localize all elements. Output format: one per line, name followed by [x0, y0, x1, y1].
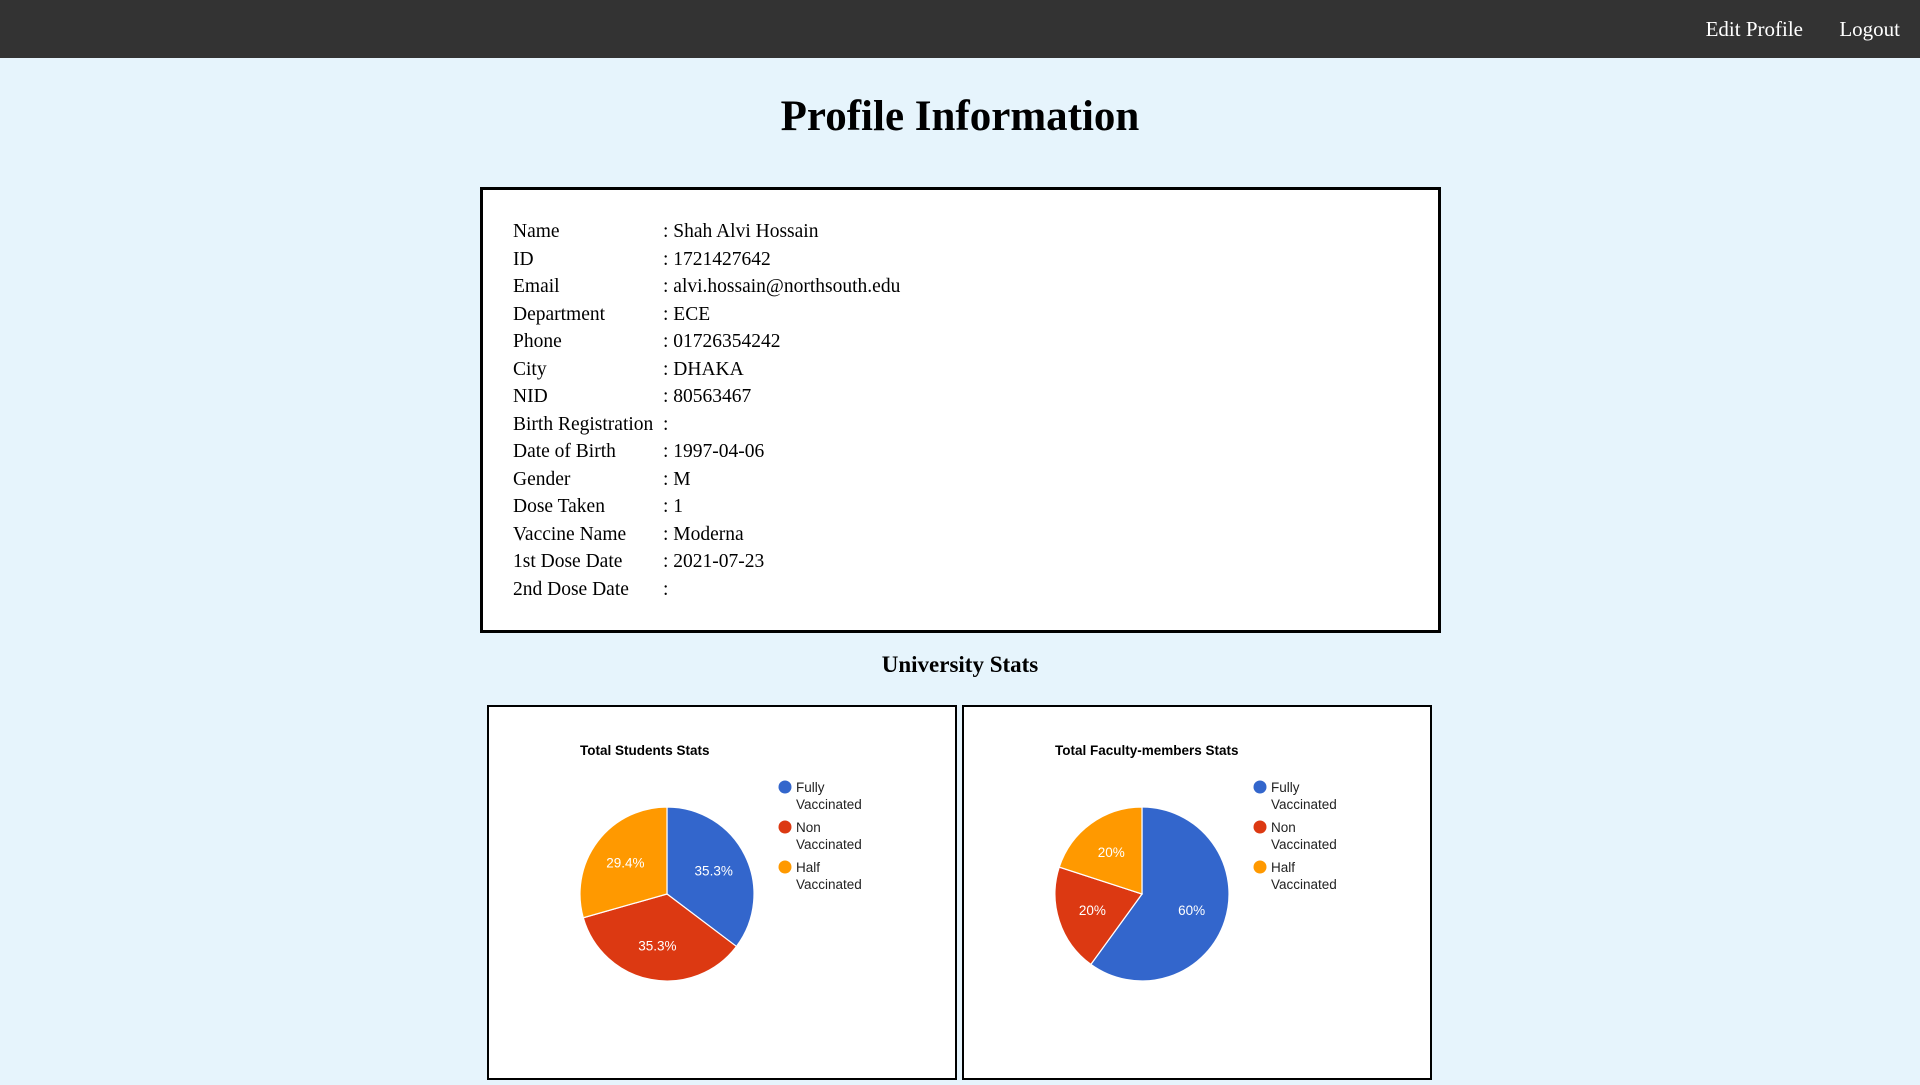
legend-label: Non [1271, 820, 1296, 835]
profile-field-value: : Shah Alvi Hossain [663, 221, 819, 242]
profile-field-value: : [663, 578, 669, 600]
profile-field-label: Phone [513, 331, 562, 352]
profile-field-list: Name : Shah Alvi Hossain ID : 1721427642 Ema… [513, 218, 900, 603]
legend-label: Vaccinated [796, 837, 862, 852]
logout-link[interactable]: Logout [1839, 0, 1900, 58]
legend-label: Half [1271, 860, 1295, 875]
profile-field-value: : M [663, 468, 691, 490]
legend-marker [778, 780, 792, 794]
slice-percent-label: 20% [1098, 845, 1125, 860]
profile-field-value: : [663, 413, 669, 435]
profile-field-label: Gender [513, 468, 571, 490]
profile-row: Date of Birth : 1997-04-06 [513, 438, 900, 466]
profile-field-label: 1st Dose Date [513, 551, 623, 572]
faculty-stats-chart: Total Faculty-members Stats 60% 20% 20% Full… [962, 705, 1432, 1080]
legend-label: Vaccinated [1271, 837, 1337, 852]
profile-field-value: : DHAKA [663, 358, 744, 380]
slice-percent-label: 60% [1178, 903, 1205, 918]
profile-field-value: : 1 [663, 496, 684, 517]
profile-row: City : DHAKA [513, 356, 900, 384]
profile-field-value: : ECE [663, 303, 711, 325]
profile-field-label: Vaccine Name [513, 523, 627, 545]
profile-row: Name : Shah Alvi Hossain [513, 218, 900, 246]
profile-field-value: : 01726354242 [663, 331, 781, 352]
slice-percent-label: 35.3% [638, 938, 676, 953]
slice-percent-label: 20% [1079, 903, 1106, 918]
university-stats-heading: University Stats [881, 652, 1039, 677]
profile-field-value: : 1721427642 [663, 248, 771, 270]
profile-row: Vaccine Name : Moderna [513, 521, 900, 549]
profile-row: Department : ECE [513, 301, 900, 329]
profile-row: 2nd Dose Date: [513, 576, 900, 604]
legend-marker [1253, 780, 1267, 794]
profile-row: Email : alvi.hossain@northsouth.edu [513, 273, 900, 301]
chart-title: Total Students Stats [580, 743, 710, 758]
students-pie-chart-svg: Total Students Stats 35.3% 35.3% 29.4% Fully… [579, 743, 862, 982]
profile-field-label: Email [513, 276, 560, 297]
legend-marker [1253, 860, 1267, 874]
profile-row: Phone : 01726354242 [513, 328, 900, 356]
profile-field-label: City [513, 358, 547, 380]
legend-label: Vaccinated [1271, 797, 1337, 812]
profile-field-value: : alvi.hossain@northsouth.edu [663, 276, 901, 297]
profile-field-label: NID [513, 386, 548, 407]
profile-row: Dose Taken : 1 [513, 493, 900, 521]
legend-marker [778, 860, 792, 874]
slice-percent-label: 29.4% [606, 856, 644, 871]
edit-profile-link[interactable]: Edit Profile [1706, 0, 1803, 58]
legend-label: Half [796, 860, 820, 875]
legend-label: Non [796, 820, 821, 835]
profile-field-label: Dose Taken [513, 496, 605, 517]
profile-field-label: ID [513, 248, 534, 270]
legend-label: Vaccinated [796, 877, 862, 892]
profile-field-label: 2nd Dose Date [513, 578, 629, 600]
page-title: Profile Information [780, 93, 1140, 140]
profile-row: Gender : M [513, 466, 900, 494]
top-navbar: Edit Profile Logout [0, 0, 1920, 58]
profile-row: ID : 1721427642 [513, 246, 900, 274]
profile-field-value: : 1997-04-06 [663, 441, 765, 462]
profile-card: Name : Shah Alvi Hossain ID : 1721427642 Ema… [480, 187, 1441, 633]
chart-title: Total Faculty-members Stats [1055, 743, 1239, 758]
profile-row: 1st Dose Date : 2021-07-23 [513, 548, 900, 576]
profile-field-label: Department [513, 303, 606, 325]
profile-field-label: Name [513, 221, 560, 242]
profile-row: NID : 80563467 [513, 383, 900, 411]
profile-field-value: : 80563467 [663, 386, 752, 407]
slice-percent-label: 35.3% [695, 864, 733, 879]
profile-field-value: : 2021-07-23 [663, 551, 765, 572]
profile-row: Birth Registration: [513, 411, 900, 439]
legend-label: Vaccinated [796, 797, 862, 812]
faculty-pie-chart-svg: Total Faculty-members Stats 60% 20% 20% Full… [1054, 743, 1337, 982]
legend-marker [778, 820, 792, 834]
students-stats-chart: Total Students Stats 35.3% 35.3% 29.4% Fully… [487, 705, 957, 1080]
legend-label: Vaccinated [1271, 877, 1337, 892]
profile-field-label: Birth Registration [513, 413, 654, 435]
profile-field-label: Date of Birth [513, 441, 616, 462]
profile-field-value: : Moderna [663, 523, 744, 545]
legend-label: Fully [796, 780, 825, 795]
legend-label: Fully [1271, 780, 1300, 795]
legend-marker [1253, 820, 1267, 834]
